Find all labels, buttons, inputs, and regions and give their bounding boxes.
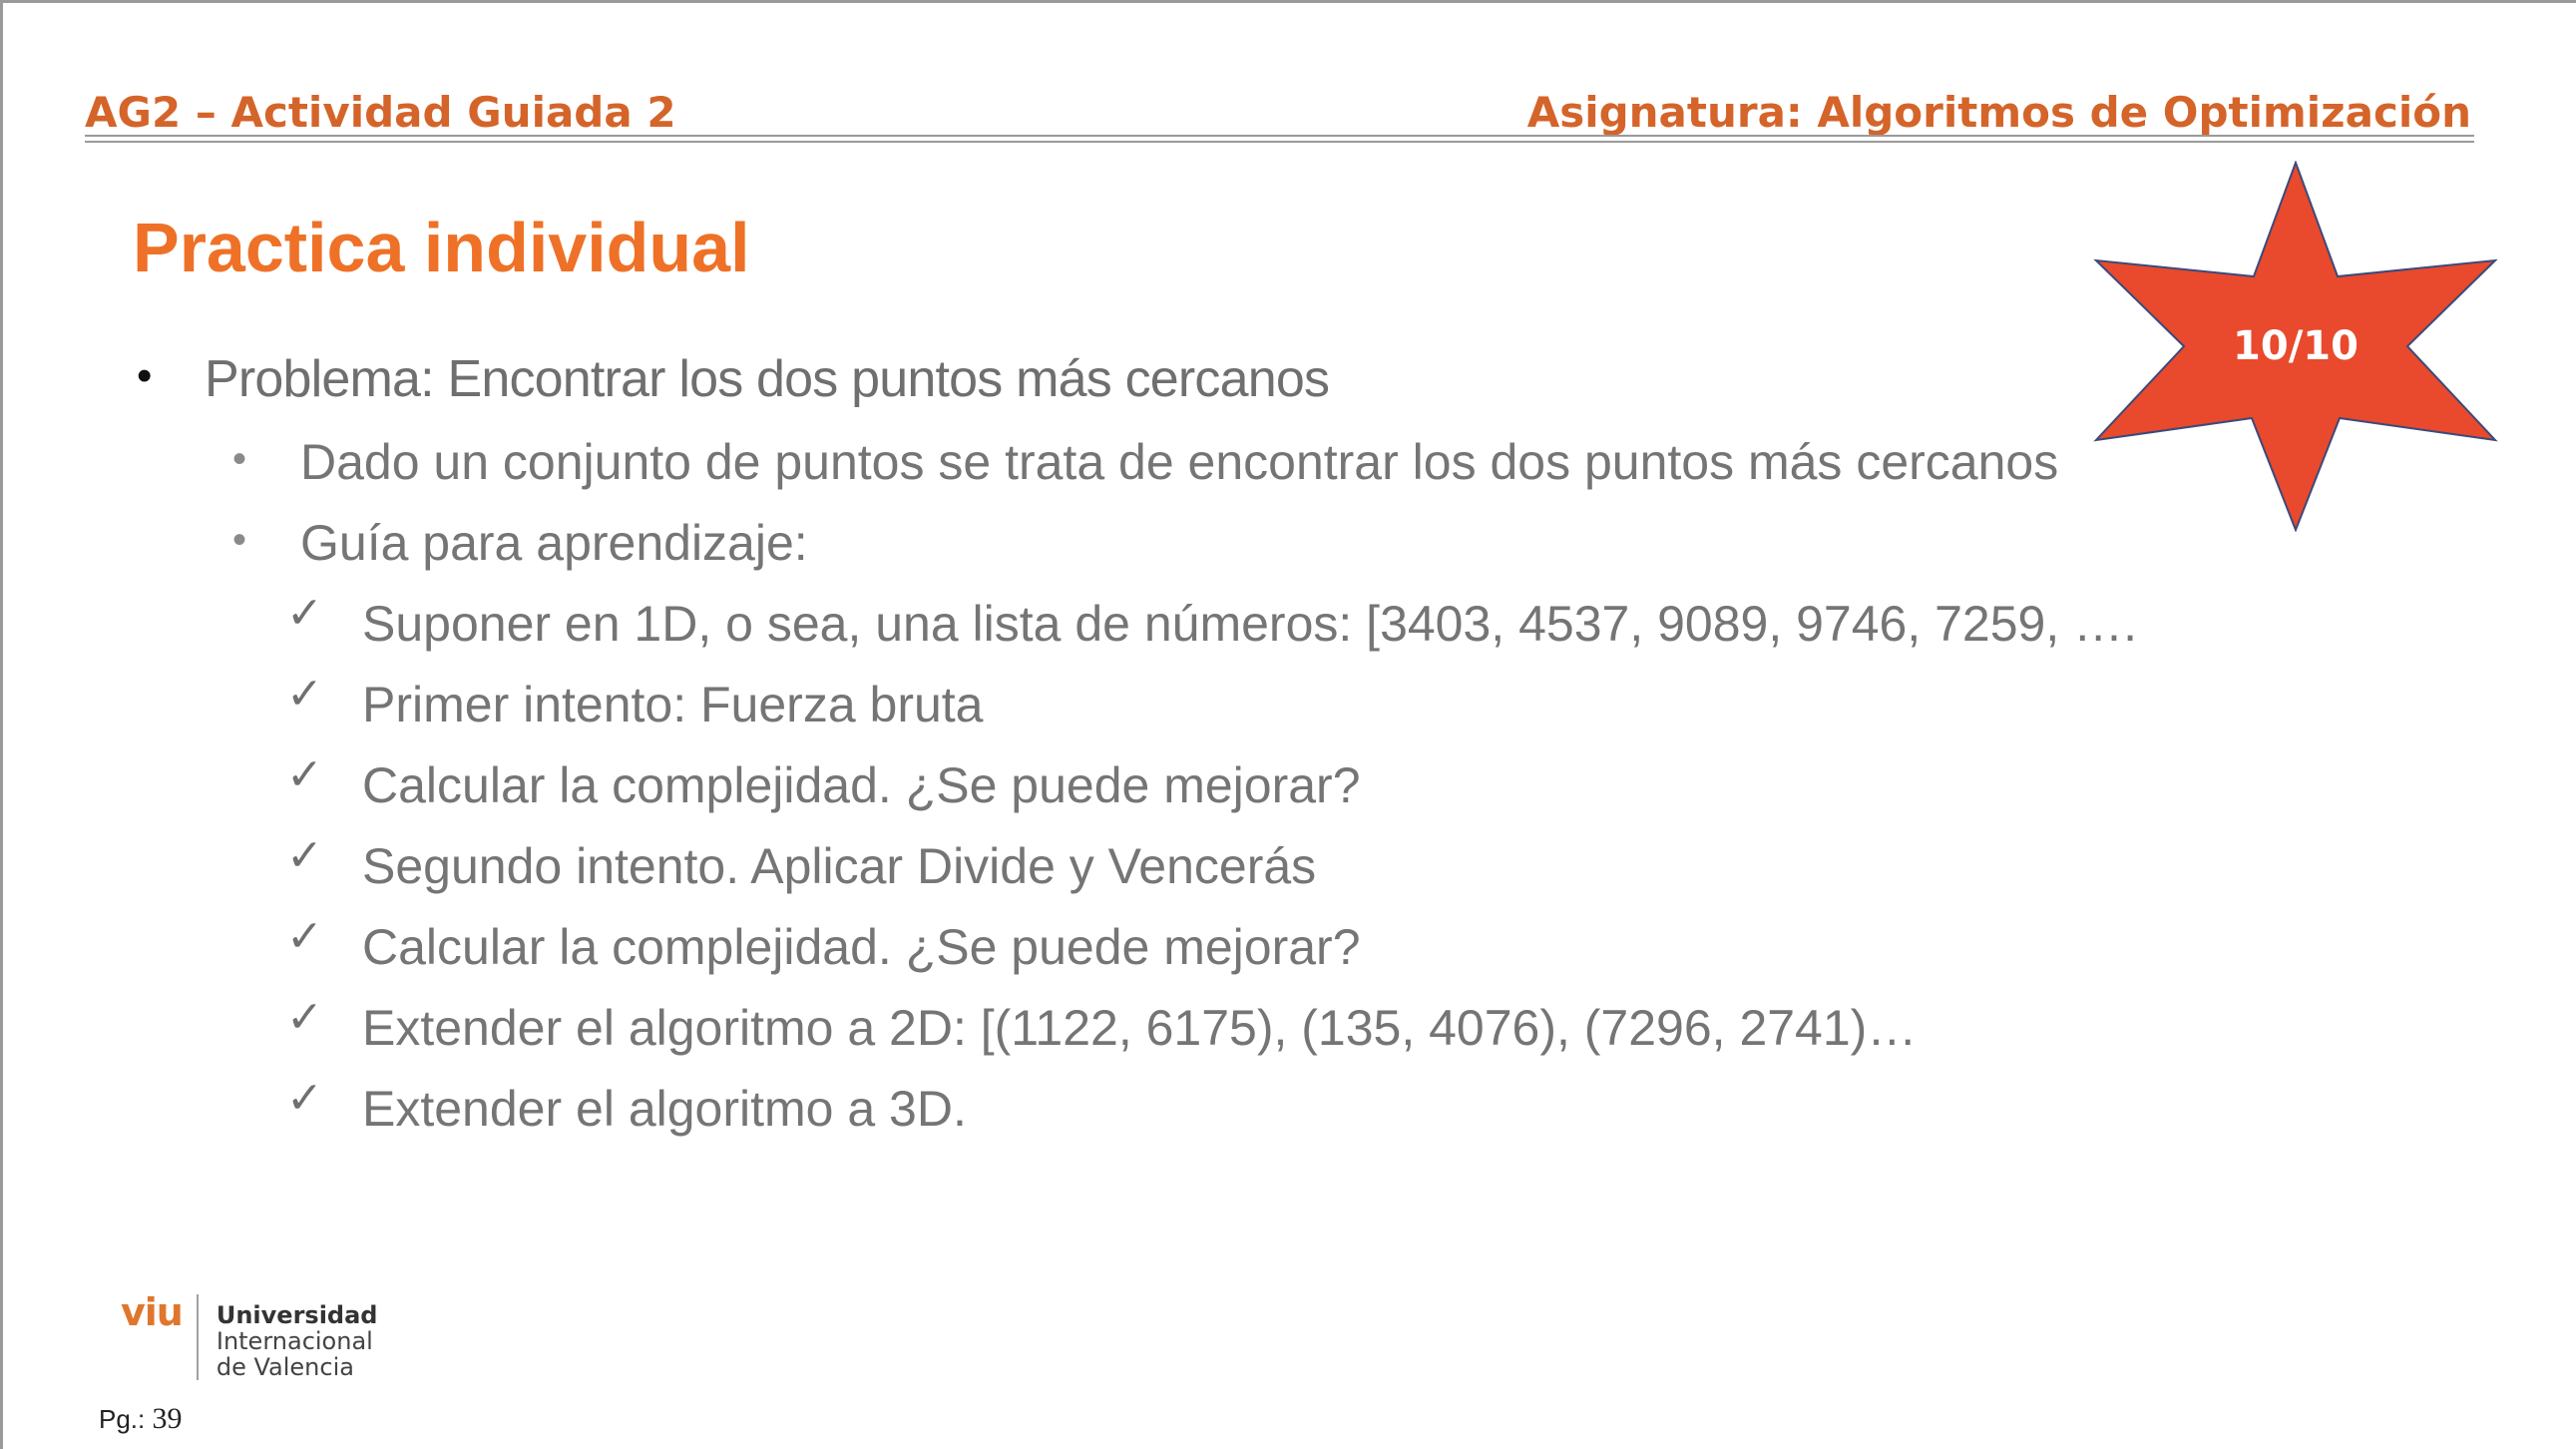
bullet-marker: • — [232, 518, 247, 562]
list-item: Extender el algoritmo a 2D: [(1122, 6175… — [362, 1000, 1918, 1056]
header-rule-top — [85, 135, 2474, 137]
logo-mark: viu — [121, 1290, 184, 1334]
checkmark-icon: ✓ — [286, 589, 323, 638]
page-number-value: 39 — [152, 1402, 183, 1435]
score-label: 10/10 — [2233, 323, 2359, 369]
logo-divider — [196, 1294, 199, 1380]
checkmark-icon: ✓ — [286, 750, 323, 799]
checkmark-icon: ✓ — [286, 831, 323, 880]
page-number: Pg.: 39 — [99, 1402, 182, 1436]
problem-heading: Problema: Encontrar los dos puntos más c… — [205, 350, 1330, 408]
list-item: Dado un conjunto de puntos se trata de e… — [300, 434, 2059, 490]
logo-line-2: Internacional — [215, 1327, 373, 1355]
logo-line-3: de Valencia — [215, 1353, 354, 1381]
slide-title: Practica individual — [133, 209, 750, 286]
score-badge: 10/10 — [2086, 161, 2505, 532]
list-item: Calcular la complejidad. ¿Se puede mejor… — [362, 757, 1361, 813]
header-subject-title: Asignatura: Algoritmos de Optimización — [1526, 88, 2471, 137]
checkmark-icon: ✓ — [286, 993, 323, 1042]
list-item: Guía para aprendizaje: — [300, 515, 808, 571]
page-label: Pg.: — [99, 1404, 146, 1434]
logo-wordmark: Universidad Internacional de Valencia — [216, 1290, 378, 1380]
header-rule-bottom — [85, 141, 2474, 143]
checkmark-icon: ✓ — [286, 670, 323, 719]
university-logo: viu Universidad Internacional de Valenci… — [121, 1290, 377, 1380]
slide: AG2 – Actividad Guiada 2 Asignatura: Alg… — [0, 0, 2576, 1449]
list-item: Primer intento: Fuerza bruta — [362, 677, 984, 732]
bullet-marker: • — [137, 351, 153, 400]
list-item: Extender el algoritmo a 3D. — [362, 1081, 967, 1137]
list-item: Calcular la complejidad. ¿Se puede mejor… — [362, 919, 1361, 975]
list-item: Segundo intento. Aplicar Divide y Vencer… — [362, 838, 1317, 894]
checkmark-icon: ✓ — [286, 1074, 323, 1123]
bullet-marker: • — [232, 437, 247, 481]
list-item: Suponer en 1D, o sea, una lista de númer… — [362, 596, 2138, 652]
logo-line-1: Universidad — [215, 1301, 378, 1329]
header-activity-title: AG2 – Actividad Guiada 2 — [85, 88, 676, 137]
checkmark-icon: ✓ — [286, 912, 323, 961]
